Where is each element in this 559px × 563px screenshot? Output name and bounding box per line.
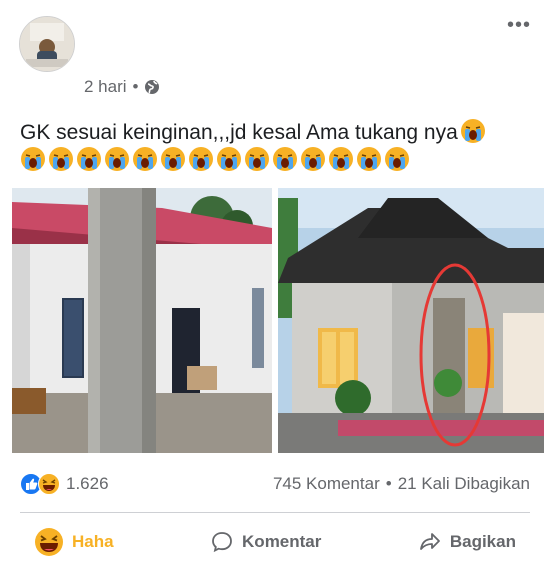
post-stats: 1.626 745 Komentar • 21 Kali Dibagikan [20,470,530,498]
loudly-crying-face-icon [301,147,325,171]
action-bar: Haha Komentar Bagikan [20,522,530,562]
engagement-counts: 745 Komentar • 21 Kali Dibagikan [273,474,530,494]
comment-icon [212,532,232,553]
post-timestamp[interactable]: 2 hari [84,77,127,97]
share-icon [419,533,440,550]
stats-separator: • [385,474,392,493]
more-options-button[interactable]: ••• [503,14,535,36]
share-button[interactable]: Bagikan [404,526,530,558]
loudly-crying-face-icon [105,147,129,171]
post-text: GK sesuai keinginan,,,jd kesal Ama tukan… [20,118,540,148]
photo-grid [12,188,544,453]
loudly-crying-face-icon [460,119,485,143]
share-label: Bagikan [449,532,516,551]
loudly-crying-face-icon [77,147,101,171]
loudly-crying-face-icon [273,147,297,171]
loudly-crying-face-icon [245,147,269,171]
post-header: ••• 2 hari • [0,0,559,110]
share-count[interactable]: 21 Kali Dibagikan [398,474,530,494]
haha-icon [35,528,63,556]
loudly-crying-face-icon [133,147,157,171]
post-caption: GK sesuai keinginan,,,jd kesal Ama tukan… [20,121,458,144]
loudly-crying-face-icon [357,147,381,171]
loudly-crying-face-icon [385,147,409,171]
loudly-crying-face-icon [329,147,353,171]
loudly-crying-face-icon [189,147,213,171]
reaction-count: 1.626 [66,474,109,493]
avatar[interactable] [19,16,75,72]
divider [20,512,530,513]
haha-reaction-button[interactable]: Haha [20,523,128,561]
meta-separator: • [132,77,139,96]
loudly-crying-face-icon [217,147,241,171]
post-meta: 2 hari • [84,76,160,98]
haha-label: Haha [72,532,114,551]
unfinished-house-photo[interactable] [12,188,272,453]
more-options-icon: ••• [506,13,531,36]
comment-button[interactable]: Komentar [196,526,335,558]
loudly-crying-face-icon [161,147,185,171]
haha-icon [38,473,60,495]
reaction-icons [20,473,60,495]
comment-count[interactable]: 745 Komentar [273,474,380,494]
reactions-summary[interactable]: 1.626 [20,473,109,495]
loudly-crying-face-icon [49,147,73,171]
comment-label: Komentar [242,532,322,551]
emoji-row [20,146,410,176]
dream-house-render-photo[interactable] [278,188,544,453]
loudly-crying-face-icon [21,147,45,171]
globe-icon [144,79,160,95]
